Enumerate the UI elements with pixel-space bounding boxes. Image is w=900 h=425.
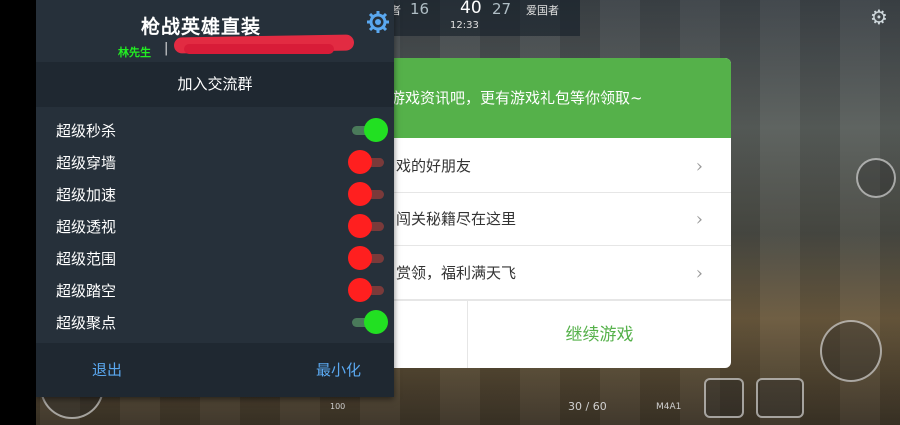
cheat-menu: 枪战英雄直装 林先生 | 加入交流群 超级秒杀 超级穿墙 超级加速 超级透视 超…	[36, 0, 394, 397]
toggle-knob	[348, 150, 372, 174]
menu-item-label: 超级加速	[56, 186, 117, 204]
dialog-row-label: 赏领，福利满天飞	[396, 264, 517, 282]
redaction-mark	[184, 44, 334, 54]
menu-item[interactable]: 超级穿墙	[36, 146, 394, 178]
grenade-button[interactable]	[856, 158, 896, 198]
menu-item-label: 超级范围	[56, 250, 117, 268]
match-clock: 12:33	[450, 20, 479, 31]
dialog-row-label: 闯关秘籍尽在这里	[396, 210, 517, 228]
menu-item[interactable]: 超级踏空	[36, 274, 394, 306]
toggle-switch[interactable]	[348, 246, 388, 270]
promo-dialog: 游戏资讯吧，更有游戏礼包等你领取~ 戏的好朋友 › 闯关秘籍尽在这里 › 赏领，…	[360, 58, 731, 368]
menu-item-label: 超级聚点	[56, 314, 117, 332]
join-group-button[interactable]: 加入交流群	[36, 62, 394, 107]
menu-item-label: 超级踏空	[56, 282, 117, 300]
toggle-knob	[348, 246, 372, 270]
toggle-switch[interactable]	[348, 278, 388, 302]
toggle-knob	[348, 214, 372, 238]
menu-item[interactable]: 超级聚点	[36, 306, 394, 338]
chevron-right-icon: ›	[695, 209, 703, 230]
toggle-knob	[348, 182, 372, 206]
score-left: 16	[410, 0, 430, 18]
menu-item[interactable]: 超级透视	[36, 210, 394, 242]
score-right: 27	[492, 0, 512, 18]
ammo-count: 30 / 60	[568, 400, 607, 413]
menu-item-label: 超级穿墙	[56, 154, 117, 172]
exit-button[interactable]: 退出	[92, 359, 122, 380]
dialog-row[interactable]: 戏的好朋友 ›	[360, 140, 731, 193]
toggle-switch[interactable]	[348, 150, 388, 174]
toggle-knob	[348, 278, 372, 302]
menu-footer: 退出 最小化	[36, 343, 394, 397]
screen-edge	[0, 0, 36, 425]
divider: |	[164, 41, 169, 56]
switch-weapon-button[interactable]	[756, 378, 804, 418]
menu-item[interactable]: 超级加速	[36, 178, 394, 210]
toggle-switch[interactable]	[348, 182, 388, 206]
dialog-row[interactable]: 赏领，福利满天飞 ›	[360, 247, 731, 300]
team-right-label: 爱国者	[526, 4, 559, 17]
gear-icon[interactable]: ⚙	[868, 6, 890, 28]
dialog-header: 游戏资讯吧，更有游戏礼包等你领取~	[360, 58, 731, 138]
toggle-knob	[364, 310, 388, 334]
weapon-name: M4A1	[656, 402, 682, 412]
minimize-button[interactable]: 最小化	[316, 359, 361, 380]
menu-item-label: 超级秒杀	[56, 122, 117, 140]
health-value: 100	[330, 402, 346, 411]
dialog-row[interactable]: 闯关秘籍尽在这里 ›	[360, 193, 731, 246]
gear-icon[interactable]	[366, 10, 390, 34]
menu-item[interactable]: 超级秒杀	[36, 114, 394, 146]
author-label: 林先生	[118, 46, 151, 59]
continue-game-button[interactable]: 继续游戏	[468, 301, 731, 368]
jump-button[interactable]	[820, 320, 882, 382]
chevron-right-icon: ›	[695, 263, 703, 284]
score-center: 40	[460, 0, 482, 18]
dialog-footer: 继续游戏	[360, 300, 731, 368]
menu-item[interactable]: 超级范围	[36, 242, 394, 274]
menu-item-label: 超级透视	[56, 218, 117, 236]
toggle-switch[interactable]	[348, 310, 388, 334]
chevron-right-icon: ›	[695, 156, 703, 177]
reload-button[interactable]	[704, 378, 744, 418]
dialog-row-label: 戏的好朋友	[396, 157, 472, 175]
toggle-knob	[364, 118, 388, 142]
toggle-switch[interactable]	[348, 118, 388, 142]
toggle-switch[interactable]	[348, 214, 388, 238]
